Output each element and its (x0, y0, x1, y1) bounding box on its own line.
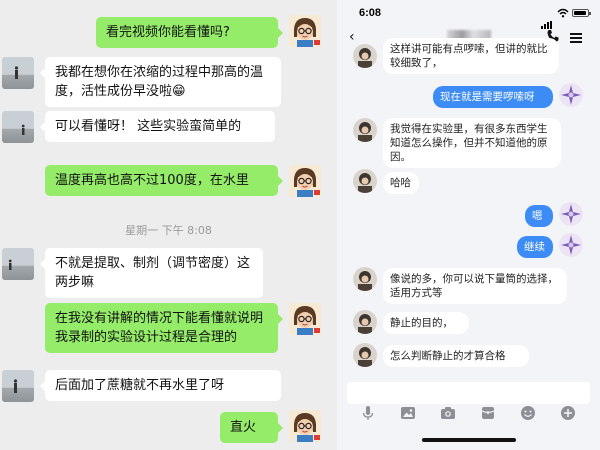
incoming-message[interactable]: 这样讲可能有点啰嗦，但讲的就比较细致了， (383, 38, 559, 74)
outgoing-message[interactable]: 现在就是需要啰嗦呀 (433, 86, 553, 108)
contact-avatar[interactable] (2, 248, 34, 280)
cartoon-avatar[interactable] (289, 15, 321, 47)
purple-flower-icon (561, 85, 581, 105)
wechat-chat-panel: 看完视频你能看懂吗? 我都在想你在浓缩的过程中那高的温度，活性成份早没啦😁 可以… (0, 0, 337, 450)
plus-icon[interactable] (560, 405, 576, 421)
menu-icon[interactable] (570, 33, 582, 43)
home-indicator (422, 438, 516, 442)
contact-photo-icon (358, 173, 372, 193)
incoming-message[interactable]: 可以看懂呀！ 这些实验蛮简单的 (40, 111, 275, 142)
incoming-message[interactable]: 我都在想你在浓缩的过程中那高的温度，活性成份早没啦😁 (40, 57, 281, 107)
contact-avatar[interactable] (2, 370, 34, 402)
contact-photo-icon (358, 347, 372, 367)
contact-avatar[interactable] (353, 310, 377, 334)
incoming-message[interactable]: 后面加了蔗糖就不再水里了呀 (40, 370, 281, 401)
wifi-icon (557, 8, 569, 18)
status-time: 6:08 (359, 7, 382, 19)
incoming-message[interactable]: 哈哈 (383, 172, 419, 194)
cartoon-girl-icon (289, 303, 321, 335)
cartoon-girl-icon (289, 15, 321, 47)
person-silhouette-icon (13, 379, 18, 393)
cartoon-avatar[interactable] (289, 165, 321, 197)
outgoing-message[interactable]: 直火 (220, 412, 283, 443)
person-silhouette-icon (8, 259, 12, 270)
cartoon-avatar[interactable] (289, 303, 321, 335)
message-input[interactable] (347, 382, 590, 404)
phone-chat-panel: 6:08 ‹ 这样讲可能有点啰嗦，但讲的就比较细致了， 现在就是需要啰嗦呀 我觉… (337, 0, 600, 450)
own-avatar[interactable] (559, 83, 583, 107)
status-bar: 6:08 (337, 0, 600, 29)
battery-level (574, 11, 586, 15)
screenshot-collage: 看完视频你能看懂吗? 我都在想你在浓缩的过程中那高的温度，活性成份早没啦😁 可以… (0, 0, 600, 450)
chat-timestamp: 星期一 下午 8:08 (125, 224, 212, 237)
incoming-message[interactable]: 怎么判断静止的才算合格 (383, 345, 529, 367)
microphone-icon[interactable] (360, 405, 376, 421)
incoming-message[interactable]: 不就是提取、制剂（调节密度）这两步嘛 (40, 248, 263, 298)
purple-flower-icon (561, 235, 581, 255)
incoming-message[interactable]: 像说的多，你可以说下量筒的选择，适用方式等 (383, 268, 567, 304)
outgoing-message[interactable]: 在我没有讲解的情况下能看懂就说明我录制的实验设计过程是合理的 (45, 303, 283, 353)
contact-avatar[interactable] (353, 44, 377, 68)
outgoing-message[interactable]: 温度再高也高不过100度，在水里 (45, 165, 283, 196)
own-avatar[interactable] (559, 233, 583, 257)
contact-photo-icon (358, 314, 372, 334)
battery-icon (572, 9, 591, 17)
outgoing-message[interactable]: 继续 (517, 236, 553, 258)
composer-toolbar (337, 402, 600, 426)
contact-avatar[interactable] (2, 57, 34, 89)
camera-icon[interactable] (440, 405, 456, 421)
contact-avatar[interactable] (353, 169, 377, 193)
person-silhouette-icon (14, 66, 19, 79)
cartoon-avatar[interactable] (289, 410, 321, 442)
emoji-icon[interactable] (520, 405, 536, 421)
cartoon-girl-icon (289, 410, 321, 442)
own-avatar[interactable] (559, 202, 583, 226)
contact-avatar[interactable] (353, 118, 377, 142)
contact-avatar[interactable] (353, 343, 377, 367)
purple-flower-icon (561, 204, 581, 224)
incoming-message[interactable]: 我觉得在实验里，有很多东西学生知道怎么操作，但并不知道他的原因。 (383, 118, 561, 168)
contact-avatar[interactable] (2, 111, 34, 143)
outgoing-message[interactable]: 看完视频你能看懂吗? (96, 17, 283, 48)
contact-photo-icon (358, 48, 372, 68)
contact-photo-icon (358, 271, 372, 291)
outgoing-message[interactable]: 嗯 (525, 205, 553, 227)
image-icon[interactable] (400, 405, 416, 421)
contact-avatar[interactable] (353, 267, 377, 291)
cartoon-girl-icon (289, 165, 321, 197)
contact-photo-icon (358, 122, 372, 142)
incoming-message[interactable]: 静止的目的， (383, 312, 469, 334)
back-icon[interactable]: ‹ (349, 29, 355, 45)
red-packet-icon[interactable] (480, 405, 496, 421)
person-silhouette-icon (21, 124, 25, 135)
